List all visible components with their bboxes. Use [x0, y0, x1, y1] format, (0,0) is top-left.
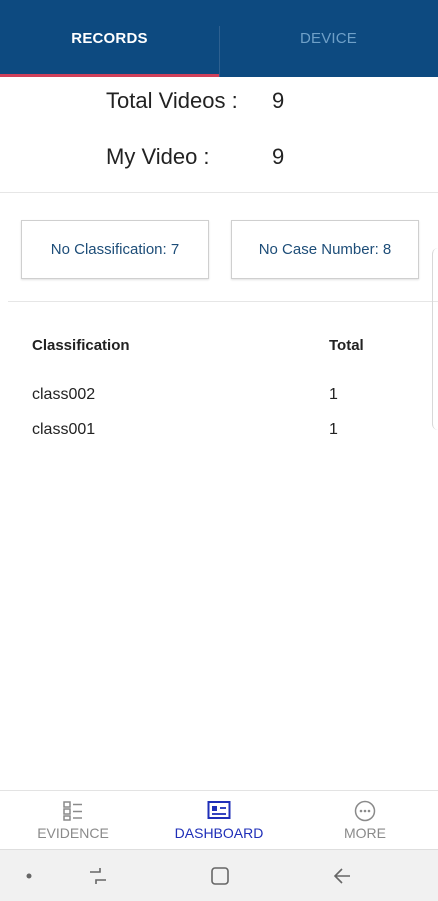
- column-header-total: Total: [329, 337, 364, 354]
- home-icon[interactable]: [208, 864, 232, 888]
- total-videos-value: 9: [272, 88, 285, 113]
- my-video-label: My Video :: [106, 144, 210, 169]
- my-video-value: 9: [272, 144, 285, 169]
- nav-dashboard-label: DASHBOARD: [174, 825, 264, 841]
- nav-evidence-label: EVIDENCE: [37, 825, 109, 841]
- dashboard-icon: [207, 801, 231, 819]
- back-icon[interactable]: [331, 864, 355, 888]
- my-video-row: My Video : 9: [106, 144, 284, 170]
- table-cell-total: 1: [329, 421, 338, 438]
- nav-more-label: MORE: [344, 825, 386, 841]
- divider: [8, 301, 438, 302]
- total-videos-label: Total Videos :: [106, 88, 238, 113]
- no-classification-card[interactable]: No Classification: 7: [21, 220, 209, 279]
- column-header-classification: Classification: [32, 337, 130, 354]
- divider: [0, 192, 438, 193]
- tab-device[interactable]: DEVICE: [219, 0, 438, 77]
- table-cell-total: 1: [329, 386, 338, 403]
- nav-more[interactable]: MORE: [292, 791, 438, 849]
- table-cell-classification: class001: [32, 421, 96, 438]
- total-videos-row: Total Videos : 9: [106, 88, 284, 114]
- scroll-edge-indicator: [432, 248, 438, 430]
- tab-records[interactable]: RECORDS: [0, 0, 219, 77]
- more-dots-icon: [354, 800, 376, 822]
- table-cell-classification: class002: [32, 386, 96, 403]
- tab-divider: [219, 26, 220, 77]
- nav-dashboard[interactable]: DASHBOARD: [146, 791, 292, 849]
- indicator-dot-icon: [26, 873, 32, 879]
- bottom-navigation: EVIDENCE DASHBOARD MORE: [0, 790, 438, 849]
- evidence-list-icon: [63, 801, 82, 821]
- tab-active-indicator: [0, 74, 219, 77]
- recent-apps-icon[interactable]: [86, 864, 110, 888]
- nav-evidence[interactable]: EVIDENCE: [0, 791, 146, 849]
- system-navigation-bar: [0, 849, 438, 901]
- no-case-number-card[interactable]: No Case Number: 8: [231, 220, 419, 279]
